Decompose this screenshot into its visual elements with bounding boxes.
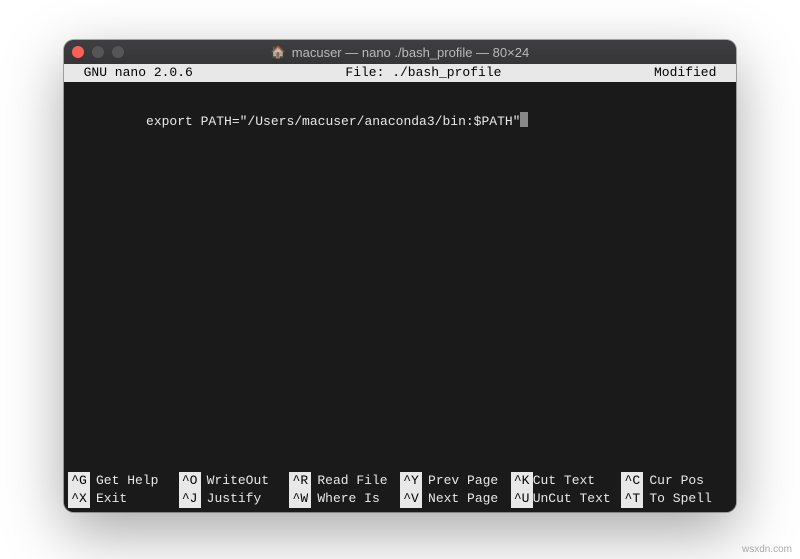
- shortcut-key: ^O: [179, 472, 201, 490]
- titlebar[interactable]: 🏠 macuser — nano ./bash_profile — 80×24: [64, 40, 736, 64]
- nano-modified: Modified: [654, 64, 736, 82]
- nano-infobar: GNU nano 2.0.6 File: ./bash_profile Modi…: [64, 64, 736, 82]
- shortcut-key: ^G: [68, 472, 90, 490]
- nano-shortcut-bar: ^G Get Help ^O WriteOut ^R Read File ^Y …: [64, 472, 736, 512]
- shortcut-key: ^V: [400, 490, 422, 508]
- shortcut-next-page[interactable]: ^V Next Page: [400, 490, 511, 508]
- shortcut-prev-page[interactable]: ^Y Prev Page: [400, 472, 511, 490]
- shortcut-key: ^J: [179, 490, 201, 508]
- shortcut-label: UnCut Text: [533, 490, 611, 508]
- shortcut-label: Justify: [207, 490, 262, 508]
- shortcut-label: Prev Page: [428, 472, 498, 490]
- shortcut-justify[interactable]: ^J Justify: [179, 490, 290, 508]
- shortcut-exit[interactable]: ^X Exit: [68, 490, 179, 508]
- shortcut-cut-text[interactable]: ^K Cut Text: [511, 472, 622, 490]
- shortcut-label: Get Help: [96, 472, 158, 490]
- shortcut-label: Next Page: [428, 490, 498, 508]
- watermark: wsxdn.com: [742, 544, 792, 555]
- shortcut-key: ^W: [289, 490, 311, 508]
- terminal-body[interactable]: GNU nano 2.0.6 File: ./bash_profile Modi…: [64, 64, 736, 512]
- window-title: 🏠 macuser — nano ./bash_profile — 80×24: [64, 45, 736, 60]
- shortcut-key: ^R: [289, 472, 311, 490]
- nano-version: GNU nano 2.0.6: [64, 64, 193, 82]
- shortcut-key: ^U: [511, 490, 533, 508]
- shortcut-key: ^K: [511, 472, 533, 490]
- shortcut-key: ^X: [68, 490, 90, 508]
- shortcut-read-file[interactable]: ^R Read File: [289, 472, 400, 490]
- shortcut-row-1: ^G Get Help ^O WriteOut ^R Read File ^Y …: [68, 472, 732, 490]
- shortcut-label: WriteOut: [207, 472, 269, 490]
- nano-file-name: File: ./bash_profile: [193, 64, 654, 82]
- shortcut-to-spell[interactable]: ^T To Spell: [621, 490, 732, 508]
- editor-area[interactable]: export PATH="/Users/macuser/anaconda3/bi…: [64, 82, 736, 472]
- shortcut-writeout[interactable]: ^O WriteOut: [179, 472, 290, 490]
- shortcut-key: ^T: [621, 490, 643, 508]
- close-icon[interactable]: [72, 46, 84, 58]
- traffic-lights: [72, 46, 124, 58]
- shortcut-label: Exit: [96, 490, 127, 508]
- shortcut-label: Where Is: [317, 490, 379, 508]
- shortcut-label: Cur Pos: [649, 472, 704, 490]
- window-title-text: macuser — nano ./bash_profile — 80×24: [292, 45, 529, 60]
- cursor: [520, 112, 528, 127]
- maximize-icon[interactable]: [112, 46, 124, 58]
- shortcut-uncut-text[interactable]: ^U UnCut Text: [511, 490, 622, 508]
- editor-line[interactable]: export PATH="/Users/macuser/anaconda3/bi…: [68, 94, 732, 149]
- shortcut-label: Cut Text: [533, 472, 595, 490]
- shortcut-label: Read File: [317, 472, 387, 490]
- editor-line-text: export PATH="/Users/macuser/anaconda3/bi…: [146, 114, 520, 129]
- terminal-window: 🏠 macuser — nano ./bash_profile — 80×24 …: [64, 40, 736, 512]
- shortcut-label: To Spell: [649, 490, 711, 508]
- home-icon: 🏠: [271, 45, 286, 59]
- shortcut-key: ^C: [621, 472, 643, 490]
- minimize-icon[interactable]: [92, 46, 104, 58]
- shortcut-get-help[interactable]: ^G Get Help: [68, 472, 179, 490]
- shortcut-where-is[interactable]: ^W Where Is: [289, 490, 400, 508]
- shortcut-row-2: ^X Exit ^J Justify ^W Where Is ^V Next P…: [68, 490, 732, 508]
- shortcut-key: ^Y: [400, 472, 422, 490]
- shortcut-cur-pos[interactable]: ^C Cur Pos: [621, 472, 732, 490]
